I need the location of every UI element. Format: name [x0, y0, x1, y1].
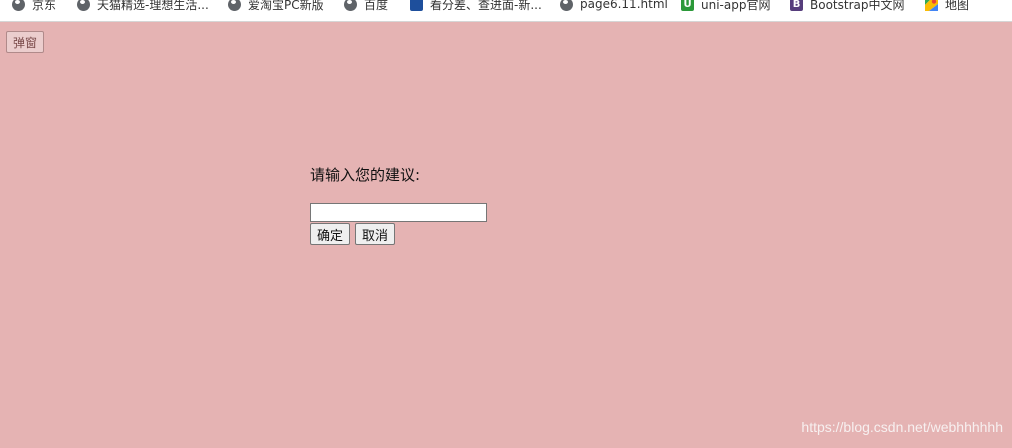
- bookmark-label: 京东: [32, 0, 57, 12]
- dialog-prompt: 请输入您的建议:: [310, 166, 421, 184]
- bookmark-bootstrap[interactable]: B Bootstrap中文网: [790, 0, 904, 14]
- bookmark-label: Bootstrap中文网: [810, 0, 905, 12]
- popup-button[interactable]: 弹窗: [6, 31, 45, 53]
- site-logo-icon: [410, 0, 423, 11]
- bookmark-label: uni-app官网: [701, 0, 771, 12]
- bookmark-label: 爱淘宝PC新版: [248, 0, 324, 12]
- bookmark-uniapp[interactable]: U uni-app官网: [681, 0, 770, 14]
- bookmark-aitaobao[interactable]: 爱淘宝PC新版: [228, 0, 324, 14]
- suggestion-input[interactable]: [310, 203, 487, 222]
- bookmark-baidu[interactable]: 百度: [344, 0, 388, 14]
- confirm-button[interactable]: 确定: [310, 223, 351, 245]
- bookmark-maps[interactable]: 地图: [925, 0, 969, 14]
- globe-icon: [560, 0, 573, 11]
- globe-icon: [228, 0, 241, 11]
- globe-icon: [77, 0, 90, 11]
- bookmark-page6[interactable]: page6.11.html: [560, 0, 668, 14]
- cancel-button[interactable]: 取消: [355, 223, 396, 245]
- dialog-button-row: 确定 取消: [310, 223, 510, 245]
- bookmark-label: 百度: [364, 0, 389, 12]
- globe-icon: [344, 0, 357, 11]
- bookmark-label: page6.11.html: [580, 0, 668, 11]
- bookmark-fencha[interactable]: 看分差、查进面-新...: [410, 0, 542, 14]
- bookmark-label: 地图: [945, 0, 970, 12]
- bookmarks-bar: 京东 天猫精选-理想生活... 爱淘宝PC新版 百度 看分差、查进面-新... …: [0, 0, 1012, 22]
- globe-icon: [12, 0, 25, 11]
- bootstrap-logo-icon: B: [790, 0, 803, 11]
- bookmark-label: 天猫精选-理想生活...: [97, 0, 209, 12]
- watermark: https://blog.csdn.net/webhhhhhh: [801, 419, 1003, 435]
- uniapp-logo-icon: U: [681, 0, 694, 11]
- bookmark-label: 看分差、查进面-新...: [430, 0, 542, 12]
- maps-icon: [925, 0, 938, 11]
- bookmark-tmall[interactable]: 天猫精选-理想生活...: [77, 0, 209, 14]
- suggestion-dialog: 请输入您的建议: 确定 取消: [310, 165, 510, 245]
- bookmark-jd[interactable]: 京东: [12, 0, 56, 14]
